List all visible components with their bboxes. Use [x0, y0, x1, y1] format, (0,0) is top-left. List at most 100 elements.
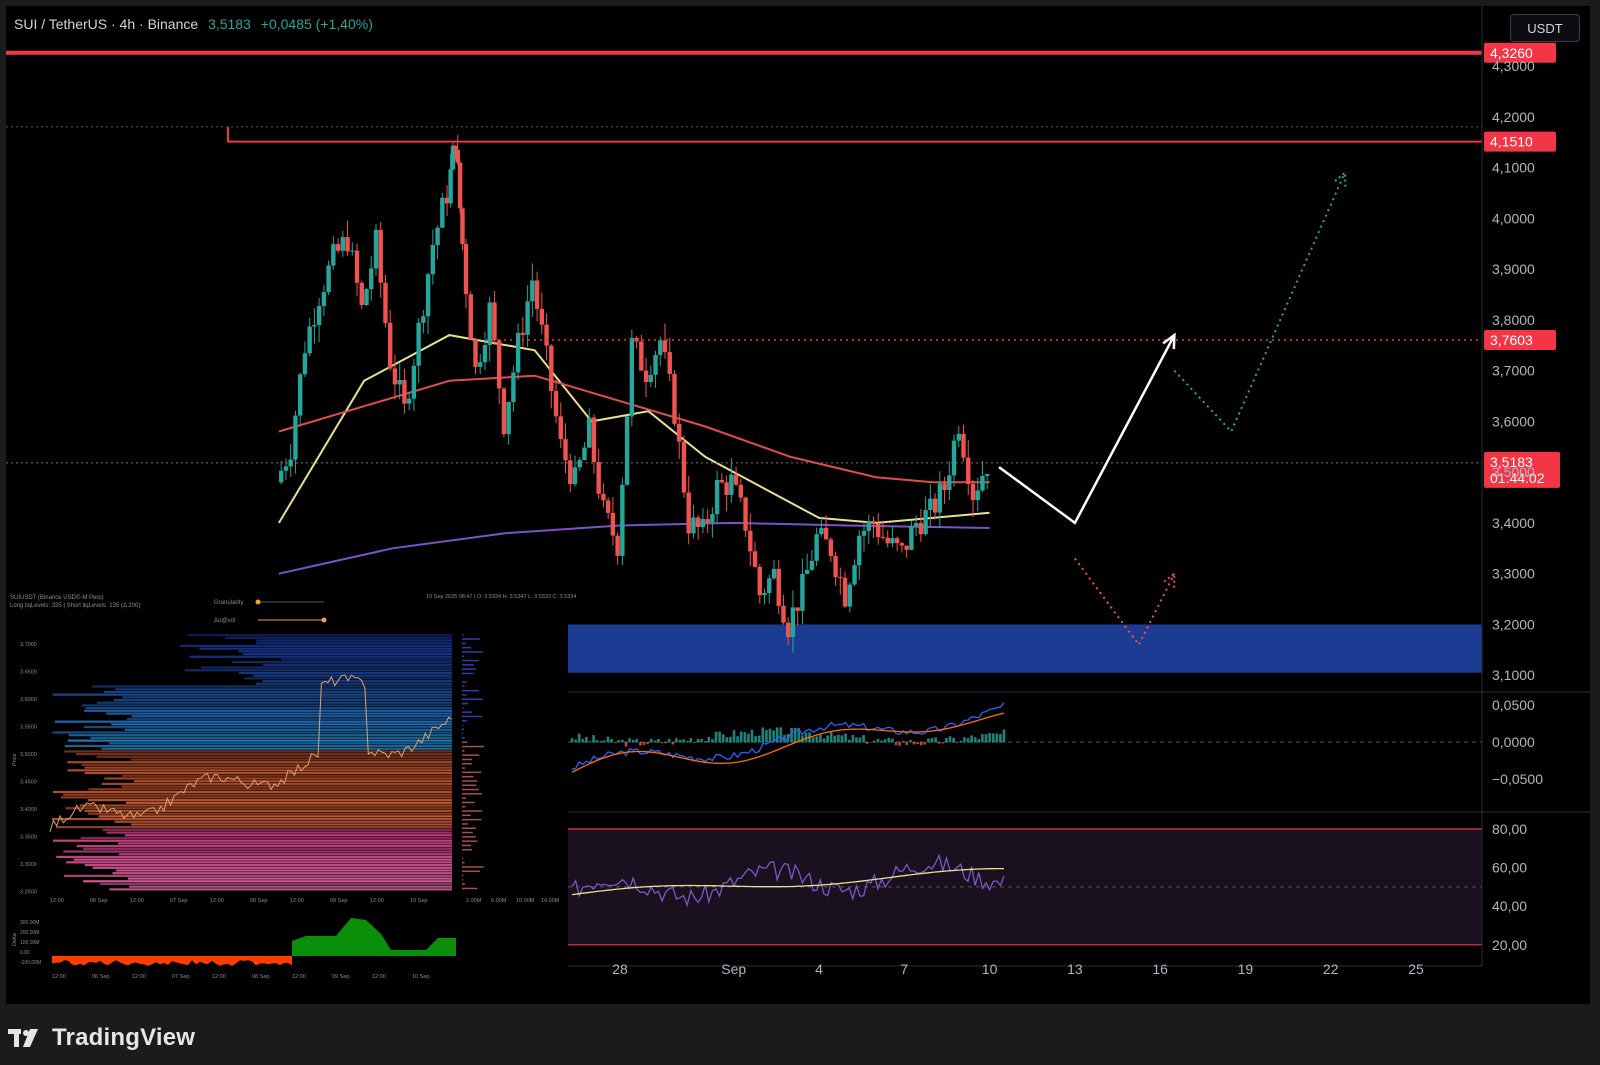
inset-heat-band [118, 853, 453, 856]
macd-histogram-bar [826, 735, 829, 743]
chart-canvas[interactable]: 4,32604,15103,76033,518301:44:02 0,05000… [6, 6, 1590, 1004]
inset-heat-band [80, 836, 452, 840]
inset-delta-x-tick: 08 Sep [252, 974, 269, 980]
candle-body [624, 416, 630, 485]
candle-body [928, 498, 933, 511]
inset-heat-band [131, 823, 452, 826]
candle-body [899, 543, 905, 546]
inset-x-tick: 07 Sep [170, 898, 187, 904]
inset-volume-bar [462, 702, 469, 705]
candle-body [321, 292, 327, 307]
inset-heat-band [79, 804, 453, 807]
inset-volume-bar [462, 874, 464, 877]
macd-histogram-bar [912, 742, 916, 745]
price-tick-label: 3,9000 [1492, 261, 1535, 277]
inset-heat-band [55, 826, 452, 829]
inset-slider-thumb [255, 599, 261, 605]
inset-volume-bar [462, 887, 478, 890]
macd-histogram-bar [642, 742, 646, 745]
macd-histogram-bar [574, 739, 577, 743]
inset-heat-band [56, 855, 452, 859]
inset-heat-band [75, 753, 452, 756]
inset-heat-band [244, 677, 452, 680]
macd-histogram-bar [905, 742, 909, 745]
inset-heat-band [256, 682, 452, 685]
inset-heat-band [115, 688, 452, 691]
candle-body [496, 340, 502, 389]
candle-body [331, 244, 336, 266]
inset-volume-bar [462, 797, 467, 799]
inset-volume-bar [462, 728, 465, 731]
inset-subtitle: Long liqLevels: 335 | Short liqLevels: 1… [10, 603, 140, 609]
inset-volume-bar [462, 707, 464, 709]
candle-body [857, 535, 862, 566]
inset-heat-band [68, 734, 452, 737]
inset-volume-bar [462, 801, 475, 804]
macd-histogram-bar [732, 730, 736, 743]
macd-histogram-bar [775, 727, 779, 743]
macd-histogram-bar [689, 738, 693, 743]
inset-y-tick: 3.3000 [20, 862, 37, 868]
candle-body [416, 322, 421, 366]
inset-x-tick: 08 Sep [250, 898, 267, 904]
candle-body [985, 474, 990, 476]
price-tick-label: 4,2000 [1492, 109, 1535, 125]
inset-y-tick: 3.2500 [20, 890, 37, 896]
candle-body [752, 551, 758, 567]
macd-histogram-bar [595, 740, 599, 743]
chart-panel[interactable]: 4,3260 4,1510 3,7603 3,5183 01:44:02 0,0500 0… [6, 6, 1590, 1004]
candle-body [904, 545, 909, 550]
macd-histogram-bar [934, 737, 937, 743]
candle-body [620, 484, 625, 556]
rsi-tick-label: 40,00 [1492, 898, 1527, 914]
macd-histogram-bar [988, 733, 991, 743]
inset-heat-band [83, 880, 453, 883]
footer-brand: TradingView [8, 1024, 195, 1052]
candle-body [457, 162, 463, 209]
inset-heat-band [52, 790, 452, 794]
macd-histogram-bar [696, 738, 700, 743]
time-tick-label: 19 [1238, 961, 1254, 977]
inset-heat-band [129, 885, 452, 888]
candle-body [506, 401, 511, 435]
candle-body [511, 372, 516, 402]
macd-histogram-bar [700, 739, 703, 743]
inset-volume-bar [462, 784, 477, 786]
candle-body [691, 517, 696, 534]
inset-heat-band [126, 717, 452, 721]
level-price-label: 4,1510 [1490, 134, 1533, 150]
candle-body [558, 416, 563, 440]
inset-x-tick: 09 Sep [330, 898, 347, 904]
macd-histogram-bar [747, 733, 750, 743]
macd-histogram-bar [757, 735, 761, 743]
macd-histogram-bar [815, 736, 819, 743]
macd-histogram-bar [736, 736, 739, 743]
macd-histogram-bar [718, 731, 721, 743]
macd-histogram-bar [855, 737, 858, 743]
inset-volume-bar [462, 758, 473, 761]
macd-histogram-bar [714, 731, 718, 743]
moving-average-line [278, 334, 990, 524]
candle-body [425, 274, 431, 317]
inset-delta-x-tick: 12:00 [372, 974, 386, 980]
inset-volume-bar [462, 681, 467, 683]
inset-volume-bar [462, 685, 465, 688]
currency-button[interactable]: USDT [1510, 14, 1580, 42]
inset-heat-band [109, 742, 452, 745]
inset-volume-bar [462, 638, 481, 640]
candle-body [980, 475, 985, 491]
inset-heat-band [66, 861, 453, 864]
inset-heat-band [232, 661, 452, 664]
inset-title: SUIUSDT (Binance USD©-M Perp) [10, 594, 104, 601]
projection-path [1173, 172, 1346, 434]
macd-histogram-bar [955, 742, 959, 743]
candle-body [468, 294, 473, 340]
candle-body [473, 339, 478, 367]
macd-histogram-bar [995, 733, 999, 743]
macd-histogram-bar [768, 728, 772, 743]
inset-volume-bar [462, 866, 484, 868]
inset-heat-band [131, 758, 452, 761]
candle-body [435, 227, 440, 246]
macd-histogram-bar [599, 741, 603, 743]
candle-body [847, 584, 852, 607]
